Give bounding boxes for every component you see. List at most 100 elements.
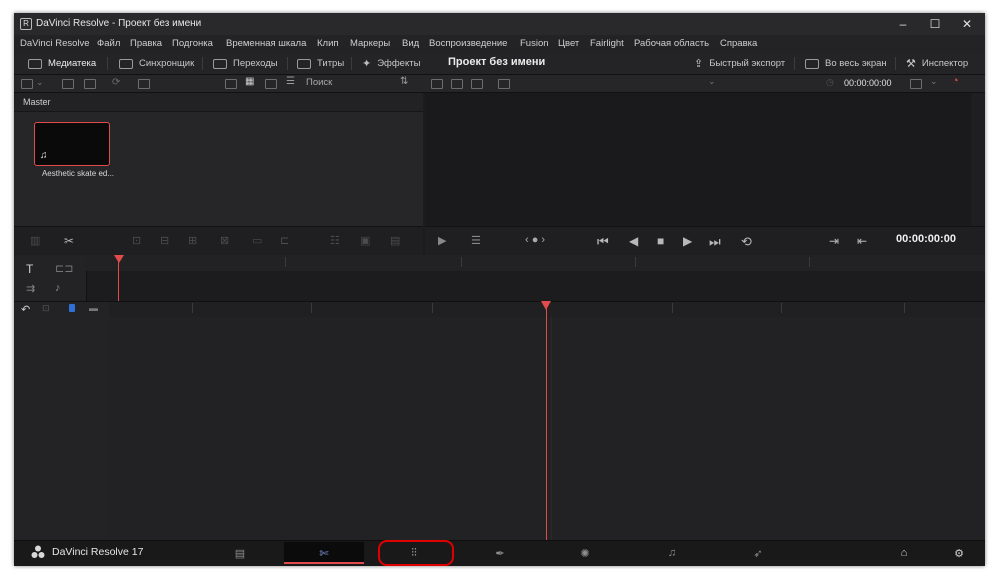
audio-icon[interactable]: ◔ — [952, 75, 959, 87]
timeline-tracks[interactable] — [109, 317, 985, 540]
metadata-icon[interactable] — [138, 79, 150, 89]
viewer-settings-icon[interactable]: ☰ — [471, 234, 481, 247]
menu-trim[interactable]: Подгонка — [172, 38, 213, 49]
fairlight-page-tab[interactable]: ♫ — [632, 542, 712, 564]
sub-toolbar: ⌄ ⟳ ▦ ☰ Поиск ⇅ ⌄ ◷ 00:00:00:00 ⌄ ◔ — [14, 75, 985, 93]
fusion-page-tab[interactable]: ✒ — [460, 542, 540, 564]
viewer-mode-icon[interactable] — [431, 79, 443, 89]
media-page-tab[interactable]: ▤ — [200, 542, 280, 564]
source-overwrite-icon[interactable]: ⊏ — [280, 234, 289, 247]
close-button[interactable]: ✕ — [952, 15, 982, 33]
effects-button[interactable]: ✦ Эффекты — [362, 56, 420, 71]
settings-button[interactable]: ⚙ — [939, 542, 979, 564]
transitions-button[interactable]: Переходы — [213, 56, 278, 71]
previous-edit-icon[interactable]: ⇤ — [857, 234, 867, 248]
menu-fusion[interactable]: Fusion — [520, 38, 549, 49]
bin-name[interactable]: Master — [23, 97, 51, 107]
zoom-icon[interactable]: ⊏⊐ — [55, 262, 73, 275]
titles-button[interactable]: Титры — [297, 56, 344, 71]
viewer-filmstrip-icon[interactable]: ▶ — [438, 234, 446, 247]
search-field[interactable]: Поиск — [306, 77, 332, 88]
thumbnail-view-icon[interactable]: ▦ — [245, 76, 254, 87]
sync-icon[interactable]: ⟳ — [112, 77, 120, 88]
flag-icon[interactable] — [69, 304, 75, 312]
deliver-page-tab[interactable]: ➶ — [718, 542, 798, 564]
go-to-end-icon[interactable]: ⏭ — [709, 234, 721, 250]
effects-wand-icon: ✦ — [362, 58, 372, 70]
overwrite-icon[interactable]: ▣ — [360, 234, 370, 247]
scissors-icon[interactable]: ✂ — [64, 234, 74, 248]
maximize-button[interactable]: ☐ — [920, 15, 950, 33]
sort-icon[interactable] — [225, 79, 237, 89]
play-icon[interactable]: ▶ — [683, 234, 692, 248]
menu-timeline[interactable]: Временная шкала — [226, 38, 306, 49]
ruler-tick — [904, 303, 905, 313]
minimize-button[interactable]: – — [888, 15, 918, 33]
timeline-playhead-handle[interactable] — [541, 301, 551, 310]
stop-icon[interactable]: ■ — [657, 234, 664, 248]
inspector-button[interactable]: ⚒ Инспектор — [906, 56, 968, 71]
menu-fairlight[interactable]: Fairlight — [590, 38, 624, 49]
track-height-icon[interactable]: ⇉ — [26, 282, 35, 295]
divider — [794, 57, 795, 70]
menu-edit[interactable]: Правка — [130, 38, 162, 49]
menu-workspace[interactable]: Рабочая область — [634, 38, 709, 49]
menu-color[interactable]: Цвет — [558, 38, 579, 49]
menu-help[interactable]: Справка — [720, 38, 757, 49]
next-edit-icon[interactable]: ⇥ — [829, 234, 839, 248]
upper-playhead-handle[interactable] — [114, 255, 124, 263]
media-page-icon: ▤ — [234, 547, 246, 560]
cut-page-tab[interactable]: ✄ — [284, 542, 364, 564]
fullscreen-button[interactable]: Во весь экран — [805, 56, 887, 71]
filmstrip-view-icon[interactable] — [265, 79, 277, 89]
menu-markers[interactable]: Маркеры — [350, 38, 390, 49]
ripple-overwrite-icon[interactable]: ⊞ — [188, 234, 197, 247]
timeline-viewer-icon[interactable] — [471, 79, 483, 89]
link-icon[interactable]: ⊡ — [42, 303, 50, 314]
close-up-icon[interactable]: ⊠ — [220, 234, 229, 247]
menu-playback[interactable]: Воспроизведение — [429, 38, 507, 49]
track-lock-icon[interactable]: T — [26, 262, 33, 276]
list-view-icon[interactable]: ☰ — [286, 76, 295, 87]
color-page-tab[interactable]: ✺ — [545, 542, 625, 564]
source-viewer-icon[interactable] — [451, 79, 463, 89]
chevron-down-icon[interactable]: ⌄ — [930, 76, 938, 87]
menu-view[interactable]: Вид — [402, 38, 419, 49]
viewer-options-icon[interactable] — [498, 79, 510, 89]
divider — [895, 57, 896, 70]
divider — [287, 57, 288, 70]
timeline-divider — [551, 317, 552, 540]
replace-icon[interactable]: ▤ — [390, 234, 400, 247]
ruler-tick — [461, 257, 462, 267]
bin-icon[interactable] — [84, 79, 96, 89]
app-icon: R — [20, 18, 32, 30]
import-icon[interactable] — [62, 79, 74, 89]
audio-meter-icon[interactable]: ▥ — [30, 234, 40, 247]
panel-toggle-icon[interactable] — [21, 79, 33, 89]
media-pool-button[interactable]: Медиатека — [28, 56, 96, 71]
upper-playhead-line[interactable] — [118, 257, 119, 301]
quick-export-button[interactable]: ⇪ Быстрый экспорт — [694, 56, 785, 71]
place-on-top-icon[interactable]: ▭ — [252, 234, 262, 247]
append-icon[interactable]: ⊟ — [160, 234, 169, 247]
safe-area-icon[interactable] — [910, 79, 922, 89]
chevron-down-icon[interactable]: ⌄ — [708, 76, 716, 87]
chevron-down-icon[interactable]: ⌄ — [36, 77, 44, 88]
marker-icon[interactable]: ▬ — [89, 303, 98, 313]
audio-waveform-icon[interactable]: ♪ — [55, 282, 61, 294]
home-button[interactable]: ⌂ — [884, 542, 924, 564]
play-reverse-icon[interactable]: ◀ — [629, 234, 638, 248]
menu-clip[interactable]: Клип — [317, 38, 339, 49]
menu-file[interactable]: Файл — [97, 38, 120, 49]
viewer-side-strip — [972, 93, 985, 233]
smart-insert-icon[interactable]: ⊡ — [132, 234, 141, 247]
go-to-start-icon[interactable]: ⏮ — [597, 234, 609, 250]
jog-control-icon[interactable]: ‹ ● › — [525, 234, 545, 246]
sort-order-icon[interactable]: ⇅ — [400, 76, 408, 87]
sync-bin-button[interactable]: Синхронщик — [119, 56, 194, 71]
timeline-playhead-line[interactable] — [546, 303, 547, 540]
insert-icon[interactable]: ☷ — [330, 234, 340, 247]
menu-davinci[interactable]: DaVinci Resolve — [20, 38, 90, 49]
loop-icon[interactable]: ⟲ — [741, 234, 752, 250]
snap-icon[interactable]: ↶ — [21, 303, 30, 316]
